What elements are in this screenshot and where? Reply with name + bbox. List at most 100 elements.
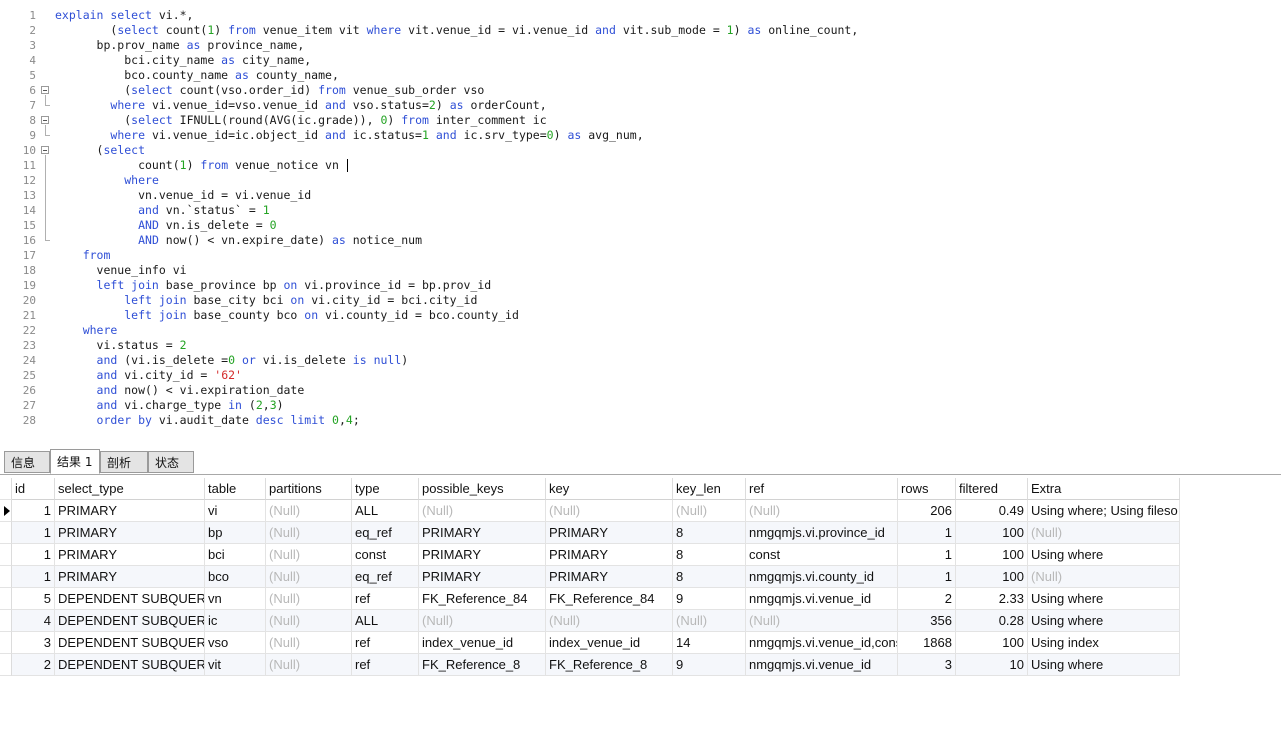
code-line[interactable]: 14 and vn.`status` = 1 — [0, 203, 1281, 218]
cell-table[interactable]: bp — [205, 522, 266, 544]
code-line[interactable]: 21 left join base_county bco on vi.count… — [0, 308, 1281, 323]
cell-table[interactable]: vso — [205, 632, 266, 654]
cell-type[interactable]: const — [352, 544, 419, 566]
code-line[interactable]: 17 from — [0, 248, 1281, 263]
cell-select-type[interactable]: PRIMARY — [55, 522, 205, 544]
code-line[interactable]: 7 where vi.venue_id=vso.venue_id and vso… — [0, 98, 1281, 113]
cell-key-len[interactable]: 9 — [673, 588, 746, 610]
code-line[interactable]: 2 (select count(1) from venue_item vit w… — [0, 23, 1281, 38]
column-header-ref[interactable]: ref — [746, 478, 898, 500]
cell-type[interactable]: ALL — [352, 500, 419, 522]
sql-editor[interactable]: 1 explain select vi.*, 2 (select count(1) … — [0, 0, 1281, 444]
cell-key-len[interactable]: 14 — [673, 632, 746, 654]
cell-filtered[interactable]: 0.49 — [956, 500, 1028, 522]
cell-filtered[interactable]: 2.33 — [956, 588, 1028, 610]
column-header-key-len[interactable]: key_len — [673, 478, 746, 500]
cell-rows[interactable]: 3 — [898, 654, 956, 676]
code-line[interactable]: 4 bci.city_name as city_name, — [0, 53, 1281, 68]
cell-extra[interactable]: Using where — [1028, 654, 1180, 676]
cell-rows[interactable]: 1 — [898, 544, 956, 566]
cell-rows[interactable]: 206 — [898, 500, 956, 522]
cell-possible-keys[interactable]: PRIMARY — [419, 522, 546, 544]
code-line[interactable]: 5 bco.county_name as county_name, — [0, 68, 1281, 83]
cell-filtered[interactable]: 100 — [956, 632, 1028, 654]
cell-extra[interactable]: (Null) — [1028, 566, 1180, 588]
row-selector[interactable] — [0, 500, 12, 522]
column-header-partitions[interactable]: partitions — [266, 478, 352, 500]
code-line[interactable]: 23 vi.status = 2 — [0, 338, 1281, 353]
code-line[interactable]: 28 order by vi.audit_date desc limit 0,4… — [0, 413, 1281, 428]
cell-filtered[interactable]: 100 — [956, 522, 1028, 544]
cell-table[interactable]: vi — [205, 500, 266, 522]
code-line[interactable]: 8 (select IFNULL(round(AVG(ic.grade)), 0… — [0, 113, 1281, 128]
cell-select-type[interactable]: DEPENDENT SUBQUERY — [55, 588, 205, 610]
cell-partitions[interactable]: (Null) — [266, 632, 352, 654]
row-selector[interactable] — [0, 654, 12, 676]
cell-extra[interactable]: Using where — [1028, 588, 1180, 610]
fold-toggle-icon[interactable] — [41, 116, 49, 124]
code-line[interactable]: 1 explain select vi.*, — [0, 8, 1281, 23]
cell-key-len[interactable]: 9 — [673, 654, 746, 676]
code-line[interactable]: 10 (select — [0, 143, 1281, 158]
cell-type[interactable]: ALL — [352, 610, 419, 632]
cell-select-type[interactable]: PRIMARY — [55, 500, 205, 522]
cell-key[interactable]: FK_Reference_84 — [546, 588, 673, 610]
cell-ref[interactable]: nmgqmjs.vi.venue_id — [746, 588, 898, 610]
cell-key-len[interactable]: 8 — [673, 566, 746, 588]
code-line[interactable]: 19 left join base_province bp on vi.prov… — [0, 278, 1281, 293]
code-line[interactable]: 26 and now() < vi.expiration_date — [0, 383, 1281, 398]
code-line[interactable]: 12 where — [0, 173, 1281, 188]
cell-table[interactable]: bci — [205, 544, 266, 566]
column-header-rows[interactable]: rows — [898, 478, 956, 500]
cell-key-len[interactable]: (Null) — [673, 500, 746, 522]
cell-table[interactable]: bco — [205, 566, 266, 588]
cell-type[interactable]: ref — [352, 588, 419, 610]
tab-profile[interactable]: 剖析 — [100, 451, 148, 473]
cell-ref[interactable]: nmgqmjs.vi.province_id — [746, 522, 898, 544]
code-line[interactable]: 15 AND vn.is_delete = 0 — [0, 218, 1281, 233]
cell-table[interactable]: vit — [205, 654, 266, 676]
cell-filtered[interactable]: 100 — [956, 566, 1028, 588]
column-header-possible-keys[interactable]: possible_keys — [419, 478, 546, 500]
cell-key-len[interactable]: 8 — [673, 544, 746, 566]
cell-extra[interactable]: Using where — [1028, 610, 1180, 632]
column-header-table[interactable]: table — [205, 478, 266, 500]
cell-partitions[interactable]: (Null) — [266, 610, 352, 632]
cell-id[interactable]: 1 — [12, 500, 55, 522]
column-header-select-type[interactable]: select_type — [55, 478, 205, 500]
cell-filtered[interactable]: 0.28 — [956, 610, 1028, 632]
code-line[interactable]: 18 venue_info vi — [0, 263, 1281, 278]
cell-key[interactable]: PRIMARY — [546, 522, 673, 544]
fold-toggle-icon[interactable] — [41, 86, 49, 94]
cell-id[interactable]: 2 — [12, 654, 55, 676]
cell-select-type[interactable]: PRIMARY — [55, 544, 205, 566]
row-selector[interactable] — [0, 610, 12, 632]
cell-table[interactable]: ic — [205, 610, 266, 632]
cell-ref[interactable]: nmgqmjs.vi.county_id — [746, 566, 898, 588]
code-line[interactable]: 27 and vi.charge_type in (2,3) — [0, 398, 1281, 413]
code-line[interactable]: 3 bp.prov_name as province_name, — [0, 38, 1281, 53]
row-selector[interactable] — [0, 544, 12, 566]
cell-select-type[interactable]: DEPENDENT SUBQUERY — [55, 654, 205, 676]
cell-key[interactable]: (Null) — [546, 500, 673, 522]
cell-possible-keys[interactable]: PRIMARY — [419, 566, 546, 588]
cell-partitions[interactable]: (Null) — [266, 566, 352, 588]
cell-rows[interactable]: 1 — [898, 522, 956, 544]
cell-id[interactable]: 1 — [12, 522, 55, 544]
cell-partitions[interactable]: (Null) — [266, 654, 352, 676]
cell-select-type[interactable]: DEPENDENT SUBQUERY — [55, 610, 205, 632]
cell-ref[interactable]: const — [746, 544, 898, 566]
code-line[interactable]: 9 where vi.venue_id=ic.object_id and ic.… — [0, 128, 1281, 143]
cell-partitions[interactable]: (Null) — [266, 522, 352, 544]
cell-type[interactable]: eq_ref — [352, 522, 419, 544]
column-header-extra[interactable]: Extra — [1028, 478, 1180, 500]
cell-extra[interactable]: Using where; Using fileso — [1028, 500, 1180, 522]
cell-key[interactable]: FK_Reference_8 — [546, 654, 673, 676]
cell-key[interactable]: PRIMARY — [546, 566, 673, 588]
tab-result-1[interactable]: 结果 1 — [50, 449, 100, 474]
cell-id[interactable]: 5 — [12, 588, 55, 610]
code-line[interactable]: 13 vn.venue_id = vi.venue_id — [0, 188, 1281, 203]
cell-type[interactable]: ref — [352, 654, 419, 676]
code-line[interactable]: 24 and (vi.is_delete =0 or vi.is_delete … — [0, 353, 1281, 368]
code-line[interactable]: 16 AND now() < vn.expire_date) as notice… — [0, 233, 1281, 248]
